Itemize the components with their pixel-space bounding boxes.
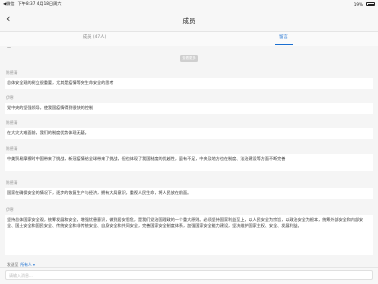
back-button[interactable]: ‹ <box>6 12 18 26</box>
collapsed-marker: — <box>7 45 11 50</box>
time-date-text: 下午8:37 4月18日周六 <box>17 1 62 6</box>
input-bar: 请输入消息... <box>0 267 378 284</box>
battery-icon <box>366 2 375 6</box>
message-sender: 伊寒 <box>6 207 14 212</box>
message-sender: 陈德清 <box>6 146 18 151</box>
tab-messages[interactable]: 留言 <box>189 32 378 46</box>
status-bar: ◀微信 下午8:37 4月18日周六 19% <box>0 0 378 8</box>
tab-members[interactable]: 成员 (47人) <box>0 32 189 46</box>
message-sender: 陈德清 <box>6 120 18 125</box>
message-sender: 陈德清 <box>6 70 18 75</box>
battery-percent: 19% <box>353 1 363 7</box>
load-more-button[interactable]: 查看更多 <box>180 55 198 62</box>
navigation-bar: ‹ 成员 <box>0 8 378 32</box>
message-text: 坚持总体国家安全观，统筹发展和安全，增强忧患意识，做到居安思危，是我们党治国理政… <box>5 215 373 255</box>
page-title: 成员 <box>182 16 196 25</box>
tab-bar: 成员 (47人) 留言 <box>0 32 378 46</box>
message-input[interactable]: 请输入消息... <box>5 270 373 280</box>
message-text: 在大灾大难面前，我们的制度优势体现无疑。 <box>5 128 373 139</box>
carrier-text: ◀微信 <box>3 1 15 6</box>
divider-strip <box>0 46 378 52</box>
message-text: 党中央的坚强领导，使我国疫情得到很快的控制 <box>5 103 373 114</box>
message-text: 国家在确保安全的情况下，逐步的恢复生产与经济，拥有大局意识，重视人民生命，将人民… <box>5 188 373 199</box>
message-sender: 伊寒 <box>6 95 14 100</box>
message-text: 总体安全观的树立很重要，尤其是疫情等突生命安全的思考 <box>5 78 373 89</box>
message-text: 中美贸易摩擦时中国带来了挑战，新冠疫情给全球带来了挑战，但也体现了我国制度的优越… <box>5 154 373 171</box>
message-sender: 陈德清 <box>6 180 18 185</box>
chevron-left-icon: ‹ <box>6 12 11 25</box>
